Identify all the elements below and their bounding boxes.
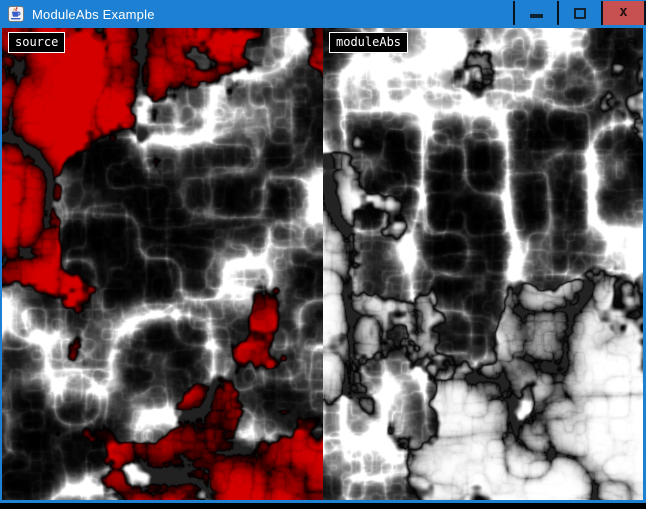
window-title: ModuleAbs Example bbox=[32, 7, 155, 22]
maximize-icon bbox=[574, 8, 586, 19]
source-label: source bbox=[8, 32, 65, 53]
minimize-button[interactable] bbox=[513, 1, 557, 25]
minimize-icon bbox=[530, 14, 543, 18]
moduleabs-label: moduleAbs bbox=[329, 32, 408, 53]
source-image-canvas bbox=[2, 28, 323, 500]
moduleabs-image-canvas bbox=[323, 28, 643, 500]
window-controls: x bbox=[513, 1, 646, 25]
render-area: source moduleAbs bbox=[2, 28, 643, 500]
app-window: ModuleAbs Example x source moduleAbs bbox=[0, 0, 646, 503]
close-button[interactable]: x bbox=[601, 1, 646, 25]
maximize-button[interactable] bbox=[557, 1, 601, 25]
titlebar[interactable]: ModuleAbs Example x bbox=[0, 0, 646, 28]
close-icon: x bbox=[619, 5, 627, 19]
java-coffee-cup-icon bbox=[8, 6, 24, 22]
